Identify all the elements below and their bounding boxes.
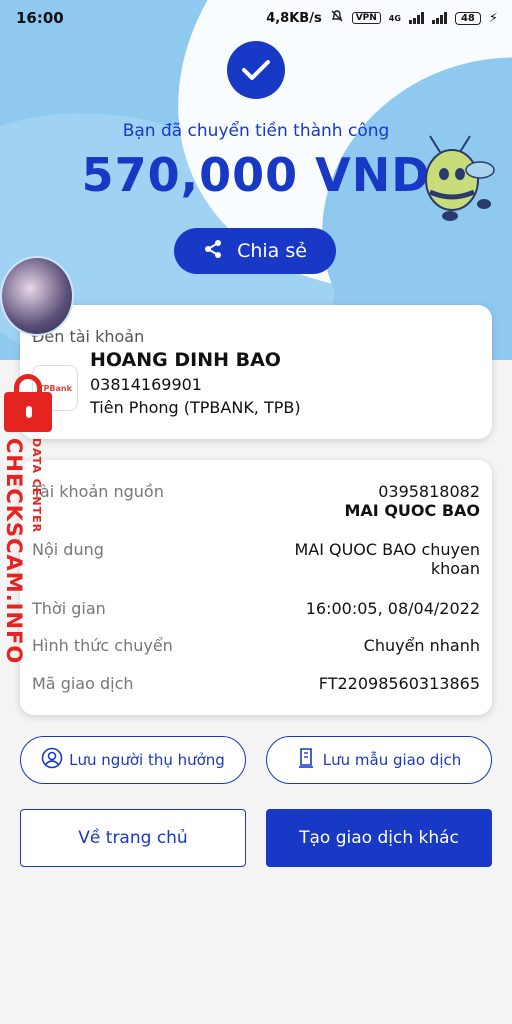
user-circle-icon xyxy=(41,747,63,773)
detail-value: FT22098560313865 xyxy=(318,674,480,693)
watermark: CHECKSCAM.INFO DATA CENTER xyxy=(0,374,60,664)
detail-row-transaction-id: Mã giao dịch FT22098560313865 xyxy=(32,674,480,693)
detail-value: 16:00:05, 08/04/2022 xyxy=(305,599,480,618)
detail-key: Mã giao dịch xyxy=(32,674,134,693)
detail-row-source: Tài khoản nguồn 0395818082 MAI QUOC BAO xyxy=(32,482,480,520)
share-button[interactable]: Chia sẻ xyxy=(174,228,336,274)
network-speed: 4,8KB/s xyxy=(266,10,322,26)
signal-icon-2 xyxy=(431,12,447,24)
document-icon xyxy=(297,747,317,773)
recipient-bank: Tiên Phong (TPBANK, TPB) xyxy=(90,398,301,417)
save-beneficiary-button[interactable]: Lưu người thụ hưởng xyxy=(20,736,246,784)
network-type: 4G xyxy=(388,13,401,23)
mute-icon xyxy=(330,9,344,27)
detail-value: MAI QUOC BAO chuyen khoan xyxy=(294,540,480,578)
save-template-label: Lưu mẫu giao dịch xyxy=(322,751,462,769)
save-beneficiary-label: Lưu người thụ hưởng xyxy=(69,751,225,769)
recipient-card: Đến tài khoản TPBank HOANG DINH BAO 0381… xyxy=(20,305,492,439)
avatar[interactable] xyxy=(0,256,74,336)
bee-mascot-icon xyxy=(410,130,500,225)
success-check-icon xyxy=(227,41,285,99)
home-button[interactable]: Về trang chủ xyxy=(20,809,246,867)
share-label: Chia sẻ xyxy=(237,240,307,262)
vpn-icon: VPN xyxy=(351,12,381,24)
watermark-subtext: DATA CENTER xyxy=(30,438,43,534)
detail-row-method: Hình thức chuyển Chuyển nhanh xyxy=(32,636,480,655)
new-transaction-button[interactable]: Tạo giao dịch khác xyxy=(266,809,492,867)
recipient-account: 03814169901 xyxy=(90,375,202,394)
transaction-details-card: Tài khoản nguồn 0395818082 MAI QUOC BAO … xyxy=(20,460,492,715)
detail-key: Hình thức chuyển xyxy=(32,636,173,655)
transfer-amount: 570,000 VND xyxy=(81,148,431,202)
battery-icon: 48 xyxy=(454,11,481,25)
recipient-name: HOANG DINH BAO xyxy=(90,349,281,371)
detail-value: 0395818082 MAI QUOC BAO xyxy=(344,482,480,520)
detail-value: Chuyển nhanh xyxy=(363,636,480,655)
source-account-name: MAI QUOC BAO xyxy=(344,501,480,520)
lock-icon xyxy=(4,392,52,432)
detail-row-time: Thời gian 16:00:05, 08/04/2022 xyxy=(32,599,480,618)
share-icon xyxy=(203,239,223,264)
status-icons: 4,8KB/s VPN 4G 48 ⚡ xyxy=(266,9,498,27)
detail-row-content: Nội dung MAI QUOC BAO chuyen khoan xyxy=(32,540,480,578)
save-template-button[interactable]: Lưu mẫu giao dịch xyxy=(266,736,492,784)
charging-icon: ⚡ xyxy=(488,10,498,26)
watermark-text: CHECKSCAM.INFO xyxy=(2,438,26,665)
status-time: 16:00 xyxy=(16,9,64,27)
status-bar: 16:00 4,8KB/s VPN 4G 48 ⚡ xyxy=(0,0,512,36)
signal-icon xyxy=(408,12,424,24)
